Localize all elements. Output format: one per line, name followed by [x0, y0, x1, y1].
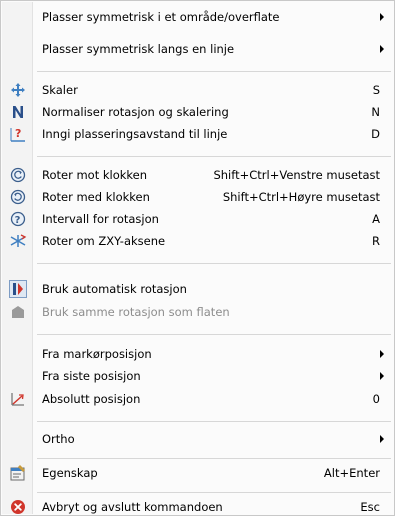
submenu-arrow-icon	[380, 435, 384, 443]
shortcut-text: R	[372, 234, 380, 248]
menu-item-label: Plasser symmetrisk i et område/overflate	[42, 10, 280, 24]
menu-item-properties[interactable]: Egenskap Alt+Enter	[2, 462, 393, 484]
menu-item-label: Skaler	[42, 83, 78, 97]
menu-item-label: Intervall for rotasjon	[42, 212, 159, 226]
menu-item-label: Plasser symmetrisk langs en linje	[42, 42, 235, 56]
menu-item-label: Fra siste posisjon	[42, 369, 141, 383]
menu-item-rotate-axes[interactable]: Roter om ZXY-aksene R	[2, 230, 393, 252]
rotate-ccw-icon	[2, 164, 33, 186]
menu-separator	[37, 156, 391, 157]
submenu-arrow-icon	[380, 13, 384, 21]
shortcut-text: D	[371, 127, 380, 141]
svg-text:?: ?	[15, 127, 21, 140]
menu-item-label: Roter med klokken	[42, 190, 150, 204]
menu-item-label: Fra markørposisjon	[42, 347, 152, 361]
normalize-icon	[2, 101, 33, 123]
menu-separator	[37, 263, 391, 264]
menu-item-absolute-position[interactable]: Absolutt posisjon 0	[2, 388, 393, 410]
shortcut-text: 0	[372, 392, 380, 406]
properties-icon	[2, 462, 33, 484]
menu-item-rotate-cw[interactable]: Roter med klokken Shift+Ctrl+Høyre muset…	[2, 186, 393, 208]
menu-item-cancel-command[interactable]: Avbryt og avslutt kommandoen Esc	[2, 496, 393, 518]
menu-item-label: Roter mot klokken	[42, 168, 148, 182]
scale-arrows-icon	[2, 79, 33, 101]
submenu-arrow-icon	[380, 45, 384, 53]
menu-item-place-symmetric-area[interactable]: Plasser symmetrisk i et område/overflate	[2, 6, 393, 28]
menu-item-enter-distance[interactable]: ? Inngi plasseringsavstand til linje D	[2, 123, 393, 145]
menu-item-rotate-ccw[interactable]: Roter mot klokken Shift+Ctrl+Venstre mus…	[2, 164, 393, 186]
menu-separator	[37, 421, 391, 422]
menu-item-label: Normaliser rotasjon og skalering	[42, 105, 229, 119]
menu-item-label: Bruk automatisk rotasjon	[42, 282, 187, 296]
rotation-interval-icon: ?	[2, 208, 33, 230]
shortcut-text: Shift+Ctrl+Høyre musetast	[222, 190, 380, 204]
menu-separator	[37, 334, 391, 335]
svg-text:?: ?	[14, 215, 20, 226]
menu-item-surface-rotation: Bruk samme rotasjon som flaten	[2, 301, 393, 323]
shortcut-text: N	[371, 105, 380, 119]
menu-item-label: Roter om ZXY-aksene	[42, 234, 166, 248]
absolute-position-icon	[2, 388, 33, 410]
menu-item-label: Bruk samme rotasjon som flaten	[42, 305, 230, 319]
menu-item-from-last-position[interactable]: Fra siste posisjon	[2, 365, 393, 387]
auto-rotation-icon	[2, 278, 33, 300]
menu-item-label: Avbryt og avslutt kommandoen	[42, 500, 223, 514]
menu-item-scale[interactable]: Skaler S	[2, 79, 393, 101]
rotate-axes-icon	[2, 230, 33, 252]
menu-item-label: Absolutt posisjon	[42, 392, 141, 406]
context-menu: Plasser symmetrisk i et område/overflate…	[0, 0, 395, 516]
menu-item-auto-rotation[interactable]: Bruk automatisk rotasjon	[2, 278, 393, 300]
shortcut-text: S	[372, 83, 380, 97]
menu-item-label: Ortho	[42, 432, 75, 446]
menu-separator	[37, 458, 391, 459]
submenu-arrow-icon	[380, 350, 384, 358]
menu-item-from-cursor-position[interactable]: Fra markørposisjon	[2, 343, 393, 365]
menu-item-label: Egenskap	[42, 466, 98, 480]
menu-item-normalize[interactable]: Normaliser rotasjon og skalering N	[2, 101, 393, 123]
menu-item-ortho[interactable]: Ortho	[2, 428, 393, 450]
shortcut-text: Alt+Enter	[323, 466, 380, 480]
rotate-cw-icon	[2, 186, 33, 208]
shortcut-text: A	[372, 212, 380, 226]
menu-item-rotation-interval[interactable]: ? Intervall for rotasjon A	[2, 208, 393, 230]
menu-separator	[37, 71, 391, 72]
menu-separator	[37, 492, 391, 493]
cancel-icon	[2, 496, 33, 518]
menu-item-place-symmetric-line[interactable]: Plasser symmetrisk langs en linje	[2, 38, 393, 60]
shortcut-text: Shift+Ctrl+Venstre musetast	[213, 168, 380, 182]
distance-icon: ?	[2, 123, 33, 145]
surface-rotation-icon	[2, 301, 33, 323]
shortcut-text: Esc	[360, 500, 380, 514]
submenu-arrow-icon	[380, 372, 384, 380]
menu-item-label: Inngi plasseringsavstand til linje	[42, 127, 228, 141]
